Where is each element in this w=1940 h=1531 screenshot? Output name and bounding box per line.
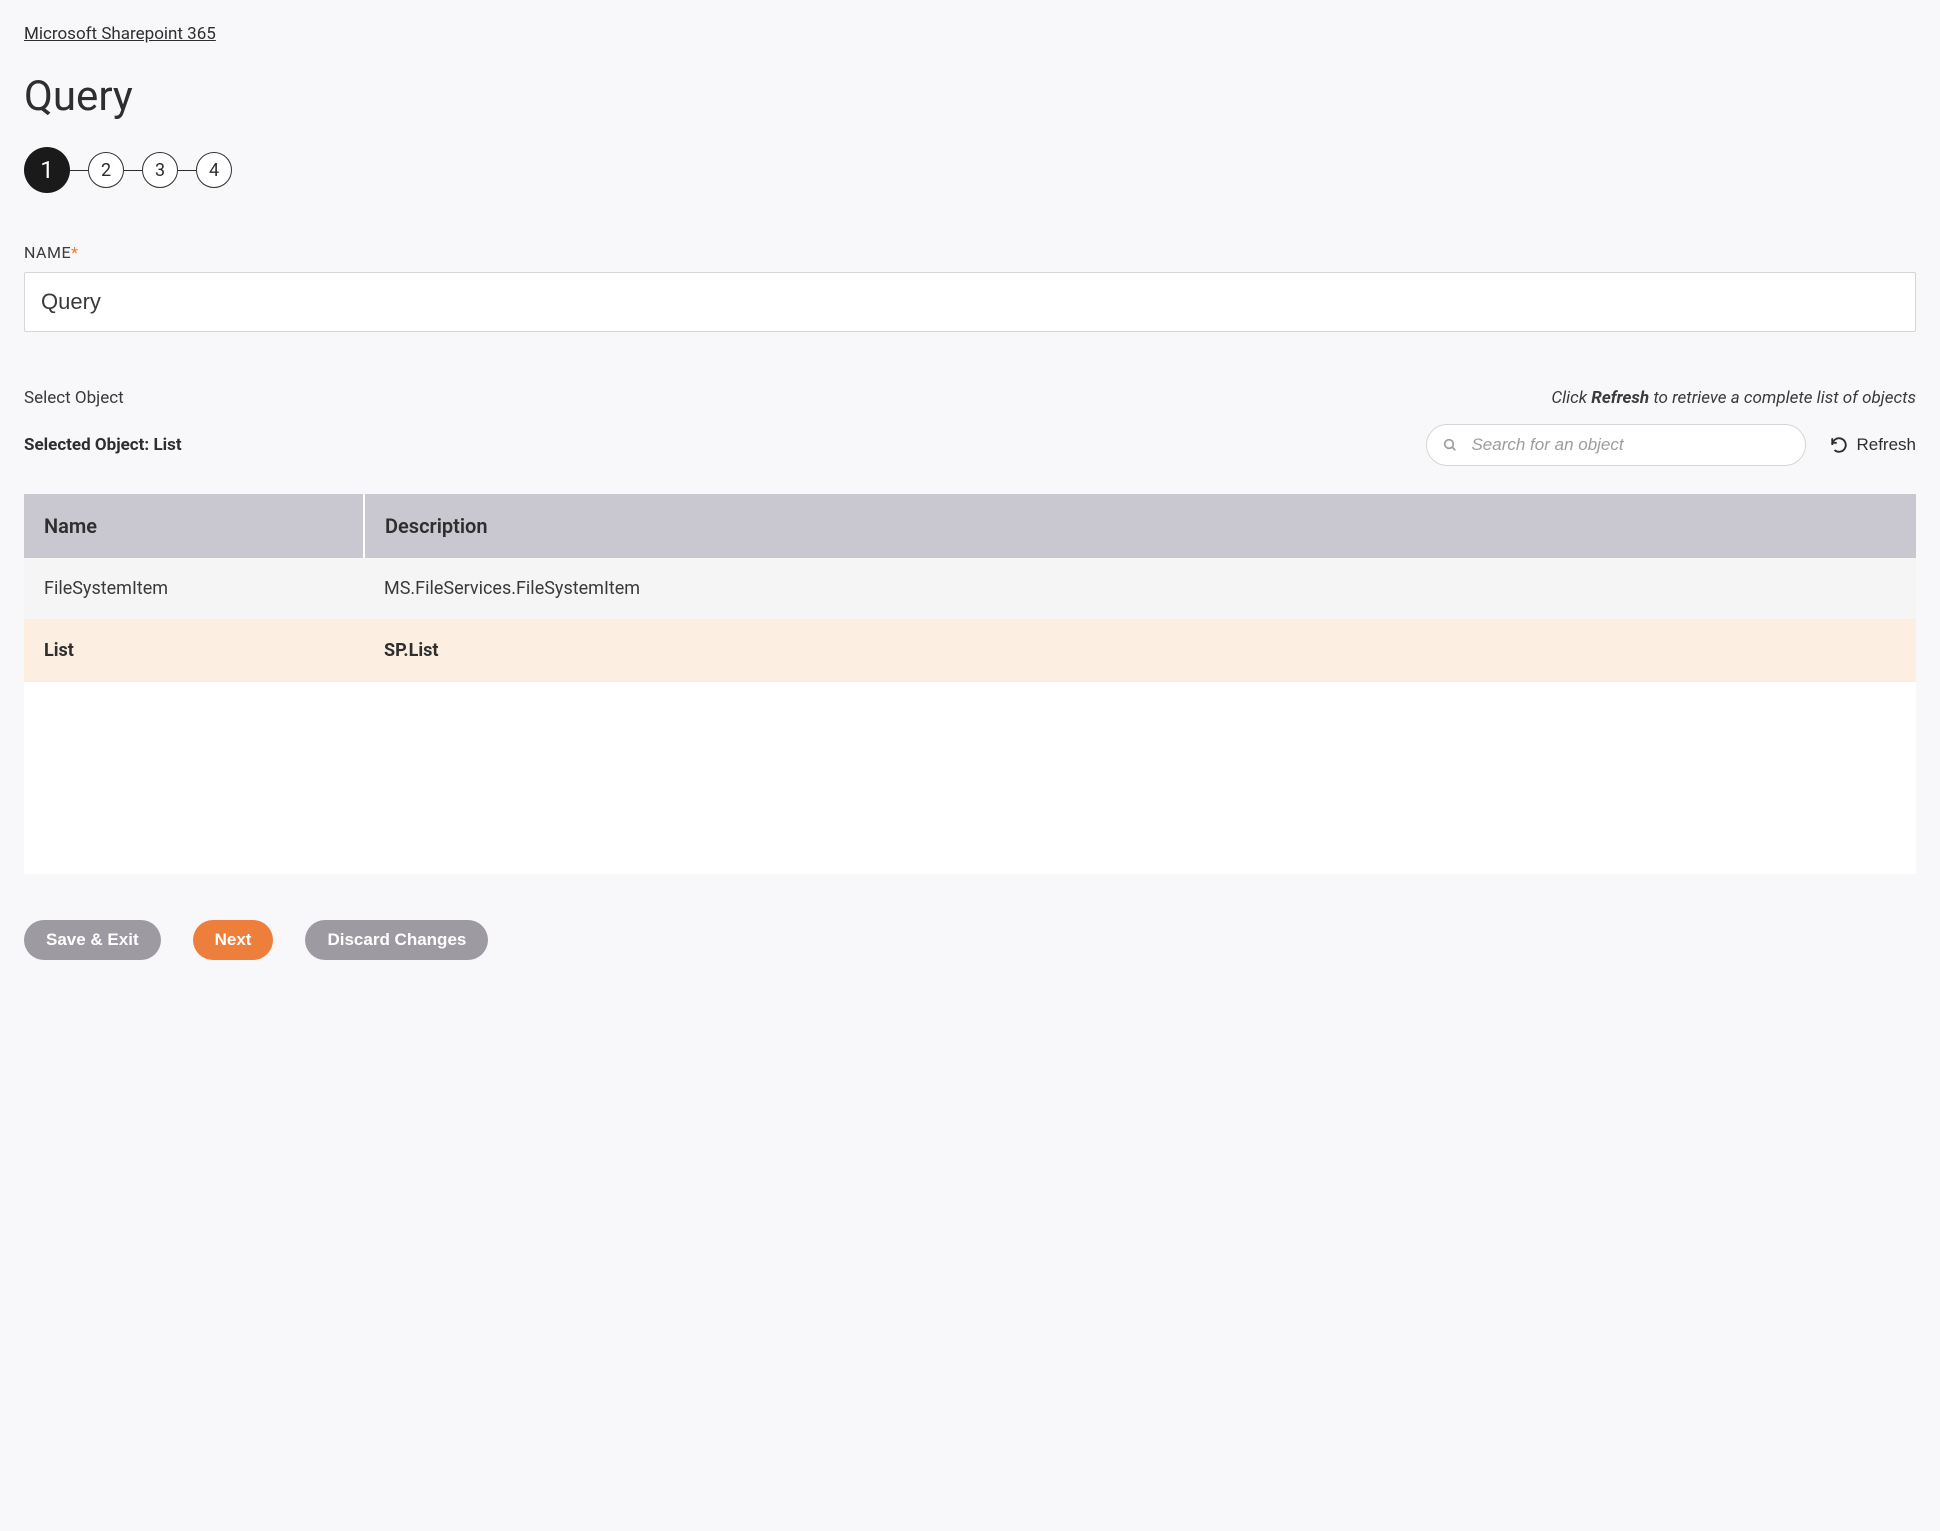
step-1[interactable]: 1 bbox=[24, 147, 70, 193]
object-table: Name Description FileSystemItem MS.FileS… bbox=[24, 494, 1916, 682]
step-connector bbox=[124, 170, 142, 171]
next-button[interactable]: Next bbox=[193, 920, 274, 960]
col-header-description[interactable]: Description bbox=[364, 494, 1916, 558]
refresh-hint: Click Refresh to retrieve a complete lis… bbox=[1551, 388, 1916, 408]
hint-bold: Refresh bbox=[1591, 388, 1649, 408]
selected-value: List bbox=[153, 435, 181, 455]
hint-suffix: to retrieve a complete list of objects bbox=[1649, 388, 1916, 408]
table-row[interactable]: List SP.List bbox=[24, 620, 1916, 682]
search-wrap bbox=[1426, 424, 1806, 466]
name-label-text: NAME bbox=[24, 243, 71, 262]
cell-description: SP.List bbox=[364, 620, 1916, 682]
selected-object-label: Selected Object: List bbox=[24, 435, 182, 455]
search-icon bbox=[1442, 437, 1458, 453]
refresh-icon bbox=[1830, 436, 1848, 454]
hint-prefix: Click bbox=[1551, 388, 1591, 408]
selected-prefix: Selected Object: bbox=[24, 435, 153, 455]
page-title: Query bbox=[24, 72, 1916, 121]
cell-name: List bbox=[24, 620, 364, 682]
select-object-label: Select Object bbox=[24, 388, 124, 408]
stepper: 1 2 3 4 bbox=[24, 147, 1916, 193]
cell-description: MS.FileServices.FileSystemItem bbox=[364, 558, 1916, 620]
required-indicator: * bbox=[71, 243, 78, 262]
footer: Save & Exit Next Discard Changes bbox=[24, 920, 1916, 960]
table-row[interactable]: FileSystemItem MS.FileServices.FileSyste… bbox=[24, 558, 1916, 620]
step-2[interactable]: 2 bbox=[88, 152, 124, 188]
name-input[interactable] bbox=[24, 272, 1916, 332]
col-header-name[interactable]: Name bbox=[24, 494, 364, 558]
step-3[interactable]: 3 bbox=[142, 152, 178, 188]
object-table-wrap: Name Description FileSystemItem MS.FileS… bbox=[24, 494, 1916, 874]
breadcrumb[interactable]: Microsoft Sharepoint 365 bbox=[24, 24, 216, 44]
save-exit-button[interactable]: Save & Exit bbox=[24, 920, 161, 960]
search-input[interactable] bbox=[1426, 424, 1806, 466]
step-connector bbox=[70, 170, 88, 171]
discard-changes-button[interactable]: Discard Changes bbox=[305, 920, 488, 960]
refresh-button[interactable]: Refresh bbox=[1830, 435, 1916, 455]
cell-name: FileSystemItem bbox=[24, 558, 364, 620]
step-4[interactable]: 4 bbox=[196, 152, 232, 188]
step-connector bbox=[178, 170, 196, 171]
name-label: NAME* bbox=[24, 243, 1916, 262]
refresh-label: Refresh bbox=[1856, 435, 1916, 455]
